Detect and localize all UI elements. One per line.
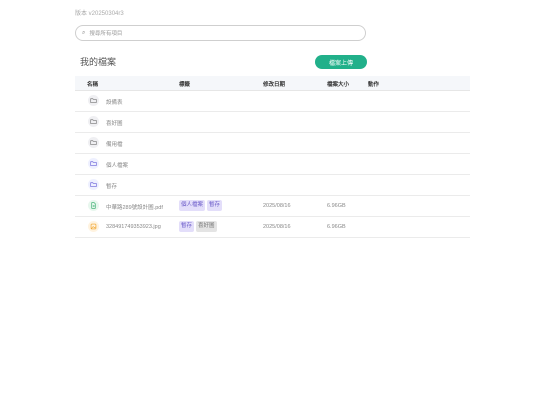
column-action: 動作 — [368, 82, 380, 88]
column-size[interactable]: 檔案大小 — [327, 80, 349, 88]
modified-date: 2025/08/16 — [263, 203, 291, 209]
table-row[interactable]: 328491749353923.jpg 暫存 喜好圖 2025/08/16 6.… — [75, 217, 470, 238]
page-title: 我的檔案 — [80, 57, 117, 67]
tag-list: 暫存 喜好圖 — [179, 221, 217, 232]
tag-list: 個人檔案 暫存 — [179, 200, 223, 211]
table-row[interactable]: 暫存 — [75, 175, 470, 196]
table-row[interactable]: 備用檔 — [75, 133, 470, 154]
search-input[interactable]: 搜尋所有項目 — [89, 29, 122, 37]
file-size: 6.96GB — [327, 224, 346, 230]
file-name[interactable]: 暫存 — [106, 182, 117, 190]
file-name[interactable]: 喜好圖 — [106, 119, 123, 127]
file-name[interactable]: 備用檔 — [106, 140, 123, 148]
folder-icon — [88, 179, 99, 190]
pdf-file-icon — [88, 200, 99, 211]
folder-icon — [88, 137, 99, 148]
column-date[interactable]: 修改日期 — [263, 80, 285, 88]
folder-icon — [88, 95, 99, 106]
image-file-icon — [88, 221, 99, 232]
tag[interactable]: 暫存 — [207, 200, 223, 211]
file-name[interactable]: 個人檔案 — [106, 161, 128, 169]
column-name[interactable]: 名稱 — [87, 80, 98, 88]
folder-icon — [88, 116, 99, 127]
table-header: 名稱 標籤 修改日期 檔案大小 動作 — [75, 76, 470, 91]
file-name[interactable]: 328491749353923.jpg — [106, 224, 161, 230]
tag[interactable]: 個人檔案 — [179, 200, 206, 211]
upload-button[interactable]: 檔案上傳 — [315, 55, 367, 69]
table-row[interactable]: 喜好圖 — [75, 112, 470, 133]
modified-date: 2025/08/16 — [263, 224, 291, 230]
table-row[interactable]: 中華路289號設計圖.pdf 個人檔案 暫存 2025/08/16 6.96GB — [75, 196, 470, 217]
column-tags: 標籤 — [179, 82, 191, 88]
file-name[interactable]: 設備表 — [106, 98, 123, 106]
file-name[interactable]: 中華路289號設計圖.pdf — [106, 203, 163, 211]
table-row[interactable]: 設備表 — [75, 91, 470, 112]
tag[interactable]: 暫存 — [179, 221, 195, 232]
tag[interactable]: 喜好圖 — [196, 221, 217, 232]
folder-icon — [88, 158, 99, 169]
table-row[interactable]: 個人檔案 — [75, 154, 470, 175]
search-icon: ⌕ — [82, 30, 86, 36]
file-size: 6.96GB — [327, 203, 346, 209]
search-box[interactable]: ⌕ 搜尋所有項目 — [75, 25, 366, 41]
file-table: 名稱 標籤 修改日期 檔案大小 動作 設備表 喜好圖 備用檔 個人檔案 暫存 中… — [75, 76, 470, 238]
version-label: 版本 v20250304r3 — [75, 11, 124, 17]
